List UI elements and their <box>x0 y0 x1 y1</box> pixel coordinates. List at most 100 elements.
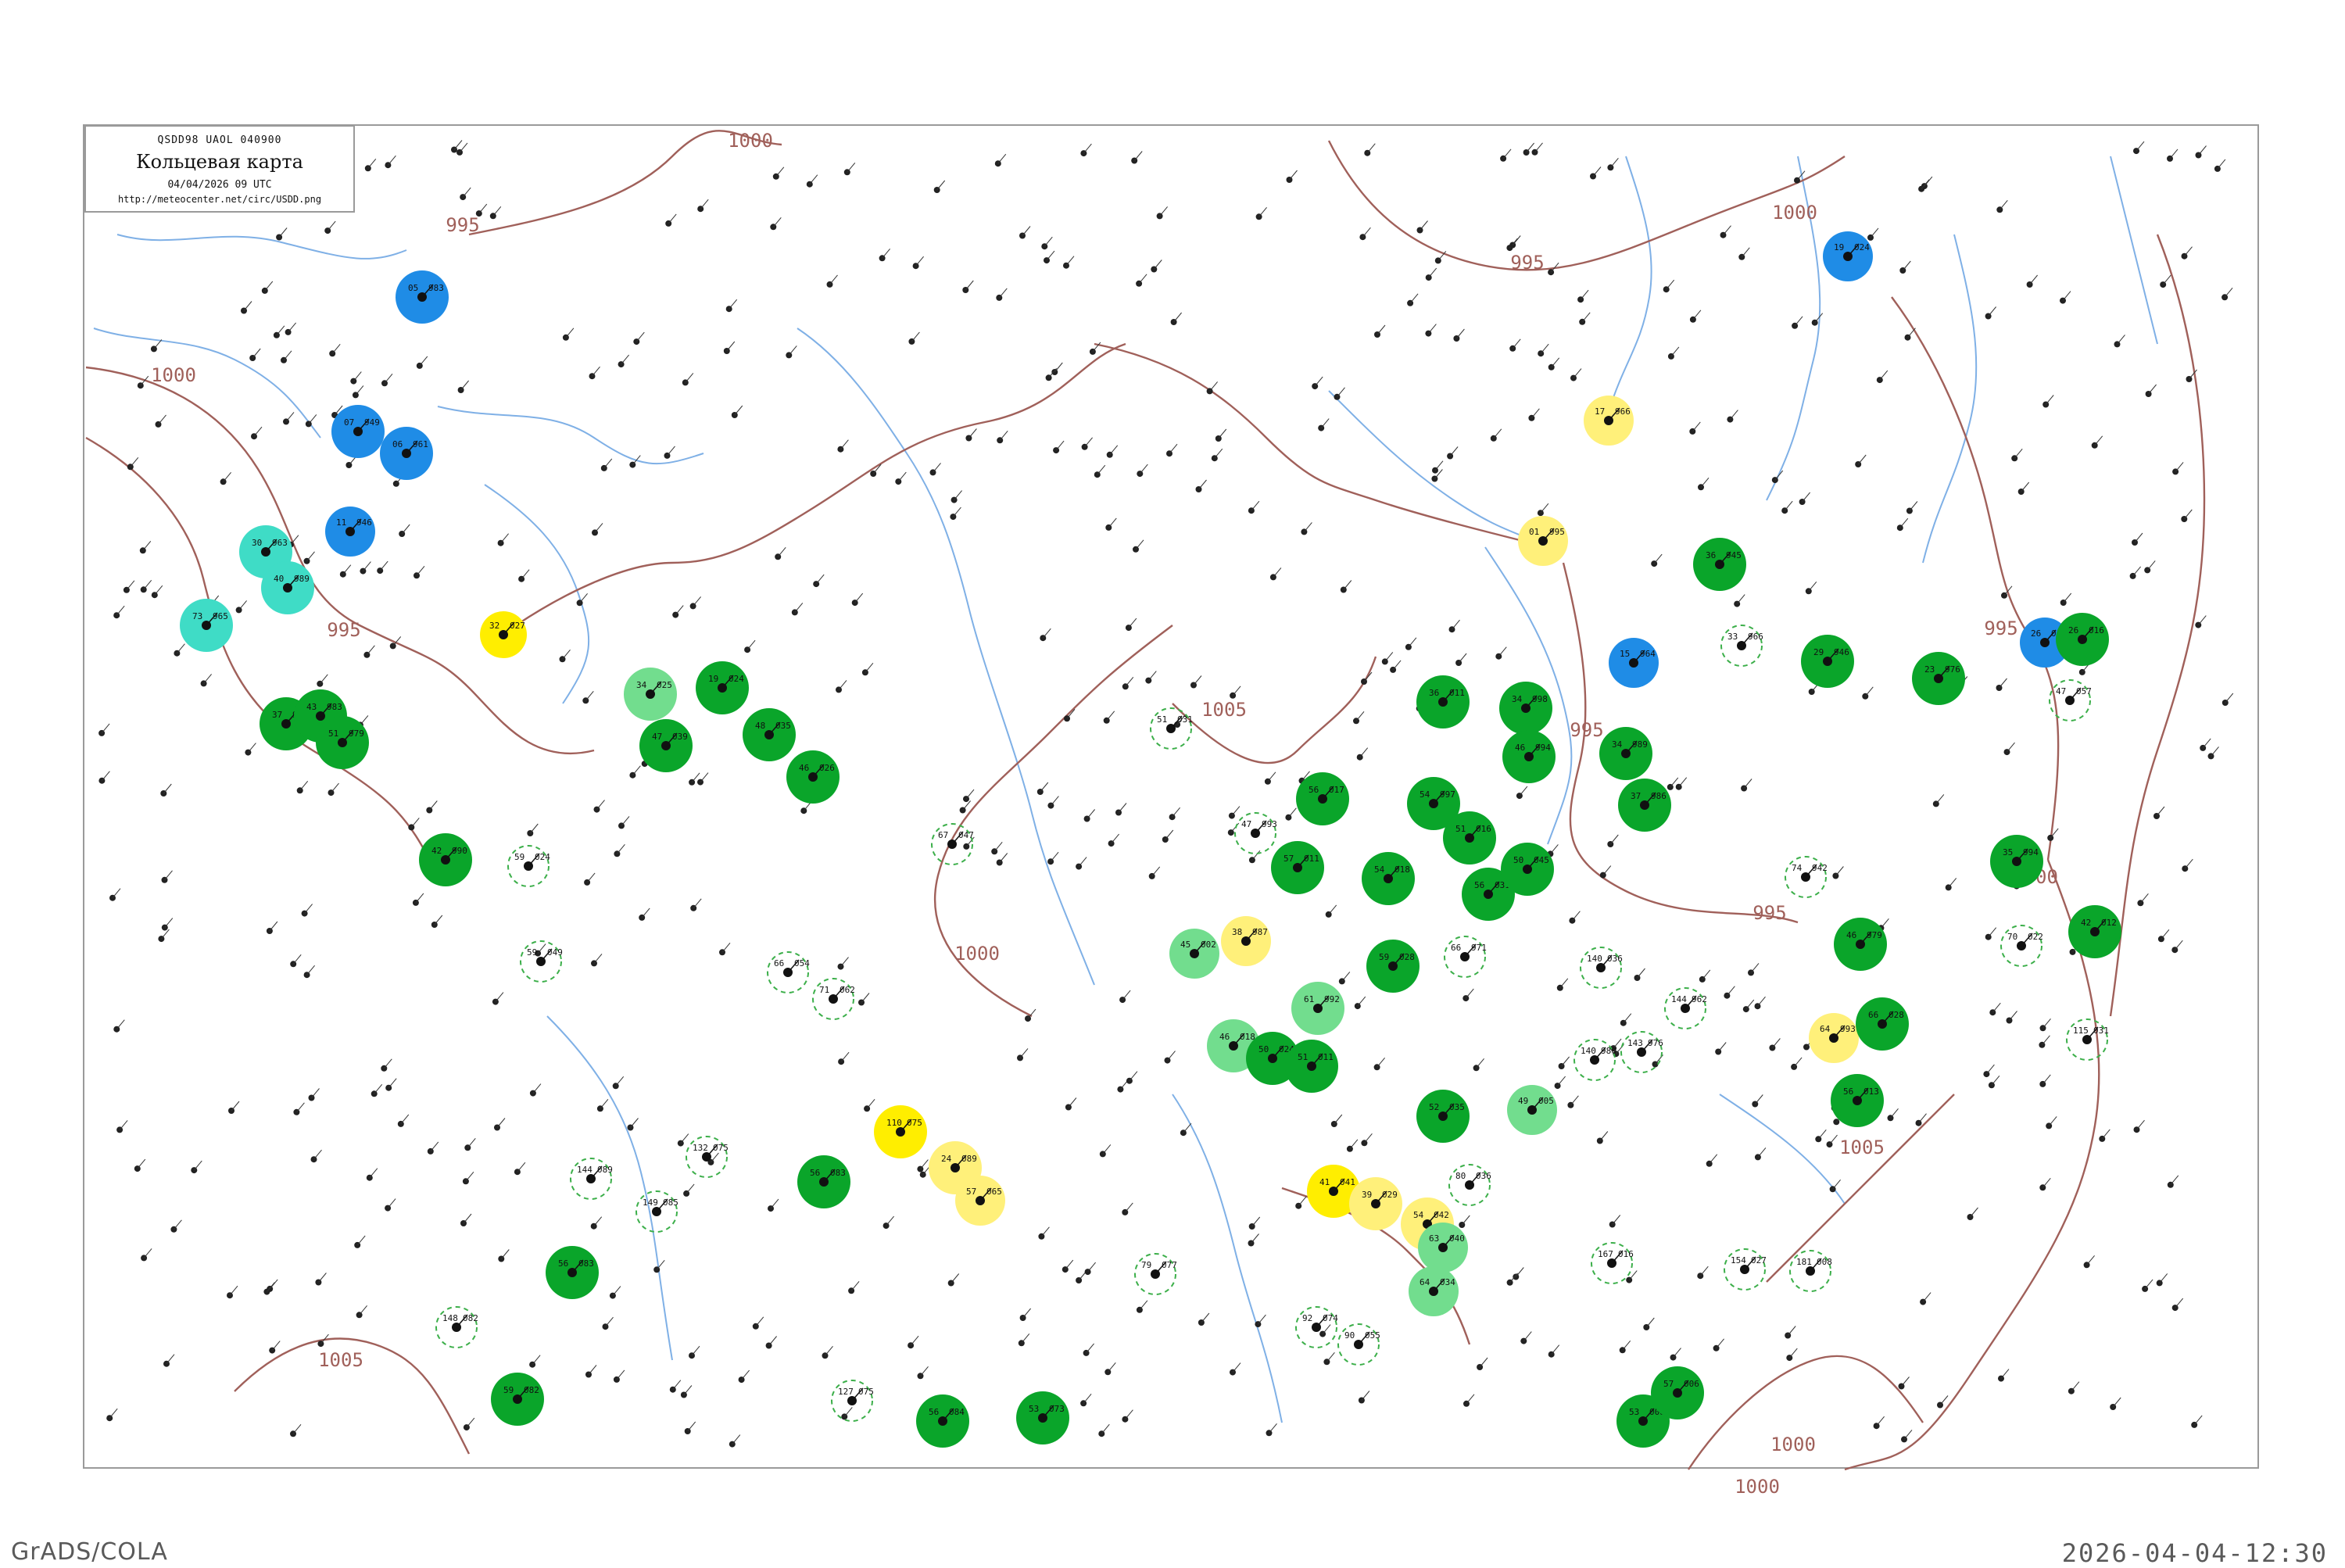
station-marker[interactable]: 46 994 <box>1502 730 1556 783</box>
station-temperature: 38 <box>1232 927 1242 937</box>
station-marker[interactable]: 06 961 <box>380 427 433 480</box>
station-marker[interactable]: 66 028 <box>1856 997 1909 1051</box>
station-marker[interactable]: 56 083 <box>797 1155 850 1208</box>
station-marker[interactable]: 17 966 <box>1584 396 1634 446</box>
station-marker[interactable]: 51 011 <box>1285 1040 1338 1093</box>
station-marker[interactable]: 56 013 <box>1831 1074 1884 1127</box>
station-temperature: 42 <box>2081 918 2091 928</box>
station-temperature: 32 <box>489 621 499 631</box>
station-marker[interactable]: 64 993 <box>1809 1013 1859 1063</box>
station-marker[interactable]: 64 034 <box>1409 1266 1459 1316</box>
station-marker[interactable]: 42 012 <box>2068 905 2121 958</box>
station-pressure: 089 <box>597 1165 613 1175</box>
station-marker[interactable]: 49 005 <box>1507 1085 1557 1135</box>
station-marker[interactable]: 48 035 <box>743 708 796 761</box>
station-marker[interactable]: 37 986 <box>1618 779 1671 832</box>
map-url: http://meteocenter.net/circ/USDD.png <box>117 194 322 205</box>
station-marker[interactable]: 51 979 <box>316 716 369 769</box>
station-temperature: 54 <box>1374 865 1385 875</box>
station-marker[interactable]: 19 024 <box>1823 231 1873 281</box>
station-pressure: 027 <box>1751 1255 1767 1265</box>
station-marker[interactable]: 59 082 <box>491 1373 544 1426</box>
station-temperature: 92 <box>1302 1313 1312 1323</box>
station-marker[interactable]: 29 946 <box>1801 635 1854 688</box>
station-pressure: 993 <box>1840 1024 1856 1034</box>
station-marker[interactable]: 36 945 <box>1693 538 1746 591</box>
station-marker[interactable]: 57 065 <box>955 1176 1005 1226</box>
station-marker[interactable]: 52 035 <box>1416 1090 1470 1143</box>
station-marker[interactable]: 42 990 <box>419 833 472 886</box>
station-marker[interactable]: 110 075 <box>874 1105 927 1158</box>
station-marker[interactable]: 23 976 <box>1912 652 1965 705</box>
station-marker[interactable]: 61 992 <box>1291 982 1344 1035</box>
station-temperature: 26 <box>2031 628 2041 639</box>
station-marker[interactable]: 05 983 <box>396 270 449 324</box>
station-pressure: 013 <box>1863 1087 1879 1097</box>
station-marker[interactable]: 34 998 <box>1499 682 1552 735</box>
isobar-label: 1000 <box>728 130 773 152</box>
station-marker[interactable]: 63 040 <box>1418 1223 1468 1273</box>
station-marker[interactable]: 56 083 <box>546 1246 599 1299</box>
footer-timestamp: 2026-04-04-12:30 <box>2061 1538 2328 1568</box>
station-pressure: 075 <box>713 1143 729 1153</box>
station-marker[interactable]: 34 025 <box>624 668 677 721</box>
station-temperature: 42 <box>431 846 442 856</box>
station-marker[interactable]: 46 026 <box>786 750 840 804</box>
station-pressure: 031 <box>2093 1026 2109 1036</box>
station-marker[interactable]: 56 084 <box>916 1394 969 1448</box>
station-marker[interactable]: 19 024 <box>696 661 749 714</box>
station-pressure: 946 <box>1834 647 1849 657</box>
station-temperature: 51 <box>328 729 338 739</box>
station-temperature: 149 <box>643 1197 658 1208</box>
isobar-label: 1000 <box>954 943 1000 965</box>
station-pressure: 990 <box>452 846 467 856</box>
station-temperature: 29 <box>1813 647 1824 657</box>
station-pressure: 964 <box>1640 649 1656 659</box>
station-pressure: 089 <box>961 1154 977 1164</box>
station-marker[interactable]: 45 002 <box>1169 929 1219 979</box>
station-pressure: 039 <box>672 732 688 742</box>
station-marker[interactable]: 39 029 <box>1349 1177 1402 1230</box>
station-pressure: 065 <box>986 1187 1002 1197</box>
station-pressure: 018 <box>1394 865 1410 875</box>
station-marker[interactable]: 73 965 <box>180 599 233 652</box>
station-marker[interactable]: 35 994 <box>1990 835 2043 888</box>
station-marker[interactable]: 51 016 <box>1443 811 1496 865</box>
station-marker[interactable]: 36 011 <box>1416 675 1470 729</box>
station-pressure: 980 <box>1601 1046 1616 1056</box>
synoptic-map: 1000 995 1000 995 1000 1005 1000 995 995 995 1000 1… <box>83 124 2259 1498</box>
station-pressure: 035 <box>775 721 791 731</box>
station-marker[interactable]: 01 995 <box>1518 516 1568 566</box>
station-marker[interactable]: 47 039 <box>639 719 693 772</box>
station-temperature: 30 <box>252 538 262 548</box>
station-marker[interactable]: 57 006 <box>1651 1366 1704 1419</box>
station-marker[interactable]: 54 018 <box>1362 852 1415 905</box>
isobar-label: 1000 <box>1735 1476 1780 1498</box>
station-marker[interactable]: 26 016 <box>2056 613 2109 666</box>
station-temperature: 57 <box>966 1187 976 1197</box>
station-temperature: 140 <box>1581 1046 1596 1056</box>
isobar-label: 1000 <box>1770 1434 1816 1455</box>
station-marker[interactable]: 07 949 <box>331 405 385 458</box>
station-marker[interactable]: 34 989 <box>1599 727 1652 780</box>
station-marker[interactable]: 38 987 <box>1221 916 1271 966</box>
station-marker[interactable]: 59 028 <box>1366 940 1420 993</box>
isobar-label: 1005 <box>318 1349 363 1371</box>
station-marker[interactable]: 46 979 <box>1834 918 1887 971</box>
station-pressure: 024 <box>729 674 744 684</box>
station-temperature: 46 <box>1515 743 1525 753</box>
station-marker[interactable]: 57 011 <box>1271 841 1324 894</box>
station-marker[interactable]: 40 989 <box>261 561 314 614</box>
station-marker[interactable]: 11 946 <box>325 507 375 557</box>
station-marker[interactable]: 50 045 <box>1501 843 1554 896</box>
station-temperature: 34 <box>1612 739 1623 750</box>
station-temperature: 19 <box>1834 242 1844 252</box>
isobar-label: 1005 <box>1201 699 1247 721</box>
station-marker[interactable]: 32 027 <box>480 611 527 658</box>
station-pressure: 976 <box>1945 664 1960 675</box>
station-temperature: 132 <box>693 1143 708 1153</box>
station-marker[interactable]: 53 073 <box>1016 1391 1069 1444</box>
station-temperature: 59 <box>503 1385 514 1395</box>
station-marker[interactable]: 56 017 <box>1296 772 1349 825</box>
station-marker[interactable]: 15 964 <box>1609 638 1659 688</box>
